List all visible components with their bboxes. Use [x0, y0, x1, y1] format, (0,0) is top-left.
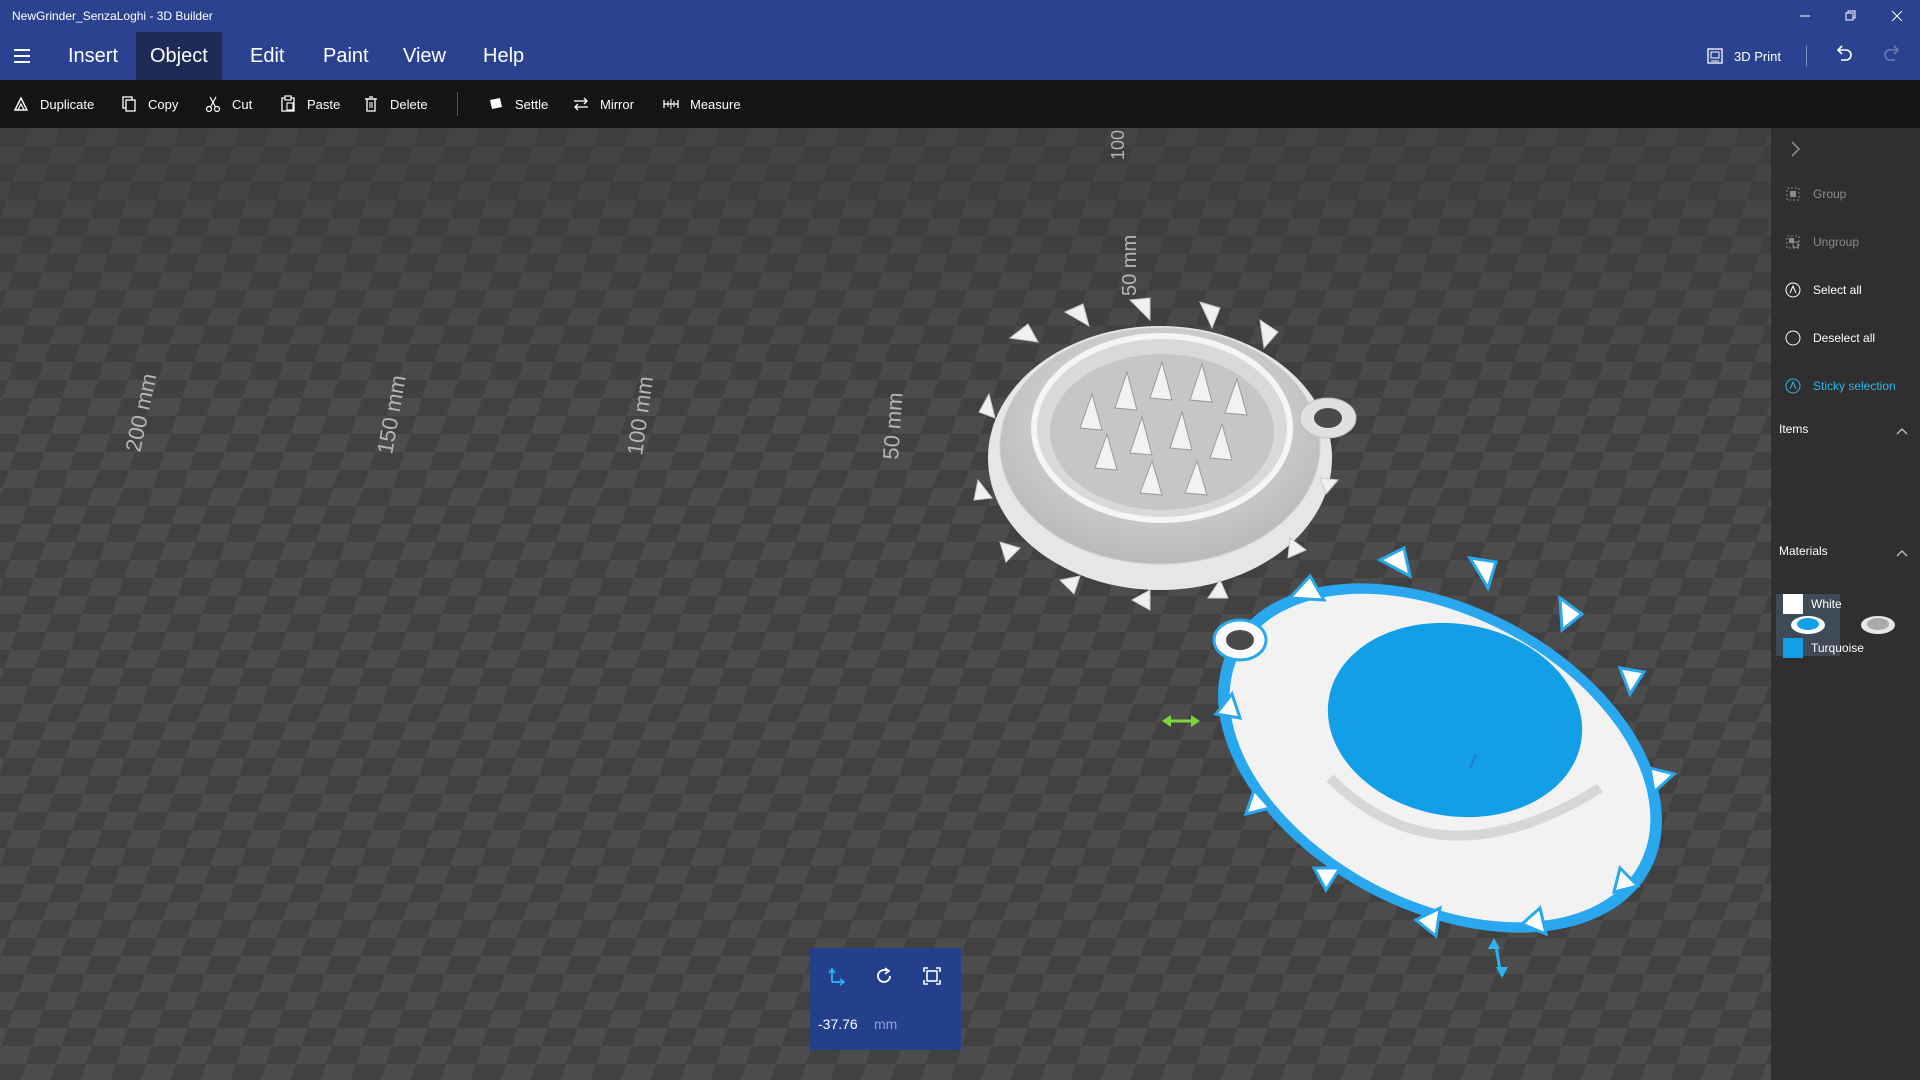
restore-button[interactable] [1828, 0, 1874, 32]
close-icon [1891, 10, 1903, 22]
redo-button[interactable] [1882, 44, 1902, 70]
paste-icon [281, 95, 295, 112]
copy-label: Copy [148, 96, 179, 112]
undo-button[interactable] [1834, 44, 1854, 70]
white-swatch [1783, 594, 1803, 614]
duplicate-icon [13, 96, 29, 111]
settle-label: Settle [515, 96, 549, 112]
panel-collapse-toggle[interactable] [1789, 140, 1801, 163]
turquoise-swatch [1783, 638, 1803, 658]
ungroup-button[interactable]: Ungroup [1785, 234, 1859, 250]
menu-bar: Insert Object Edit Paint View Help 3D Pr… [0, 32, 1920, 80]
items-section-title: Items [1779, 422, 1809, 436]
sticky-selection-icon [1785, 378, 1801, 394]
select-all-label: Select all [1813, 283, 1862, 297]
mirror-button[interactable]: Mirror [572, 80, 634, 128]
ungroup-icon [1785, 234, 1801, 250]
transform-panel: -37.76 mm [810, 948, 961, 1050]
measure-label: Measure [690, 96, 741, 112]
menu-help[interactable]: Help [469, 32, 538, 80]
menu-view[interactable]: View [389, 32, 460, 80]
group-label: Group [1813, 187, 1847, 201]
items-collapse-toggle[interactable] [1896, 424, 1908, 438]
3d-viewport[interactable]: 200 mm 150 mm 100 mm 50 mm 100 mm 50 mm [0, 128, 1771, 1080]
close-button[interactable] [1874, 0, 1920, 32]
redo-icon [1884, 45, 1900, 61]
paste-button[interactable]: Paste [279, 80, 340, 128]
mirror-icon [574, 97, 588, 111]
copy-icon [122, 96, 136, 112]
delete-button[interactable]: Delete [362, 80, 428, 128]
group-icon [1785, 186, 1801, 202]
settle-button[interactable]: Settle [487, 80, 548, 128]
delete-label: Delete [390, 96, 428, 112]
title-bar: NewGrinder_SenzaLoghi - 3D Builder [0, 0, 1920, 32]
rotate-icon [877, 967, 891, 983]
select-all-button[interactable]: Select all [1785, 282, 1862, 298]
transform-value[interactable]: -37.76 [818, 1016, 858, 1032]
minimize-button[interactable] [1782, 0, 1828, 32]
move-mode-button[interactable] [824, 964, 848, 988]
menu-paint[interactable]: Paint [309, 32, 383, 80]
transform-unit: mm [874, 1016, 898, 1032]
3d-print-button[interactable]: 3D Print [1706, 32, 1781, 80]
material-white[interactable]: White [1783, 594, 1842, 614]
object-toolbar: Duplicate Copy Cut Paste Delete Settle M… [0, 80, 1920, 128]
select-all-icon [1785, 282, 1801, 298]
deselect-all-icon [1785, 330, 1801, 346]
paste-label: Paste [307, 96, 341, 112]
chevron-right-icon [1791, 141, 1801, 157]
materials-section-title: Materials [1779, 544, 1828, 558]
duplicate-label: Duplicate [40, 96, 95, 112]
measure-icon [663, 99, 679, 109]
sticky-selection-label: Sticky selection [1813, 379, 1896, 393]
undo-icon [1836, 45, 1852, 61]
menu-object[interactable]: Object [136, 32, 222, 80]
cut-button[interactable]: Cut [204, 80, 252, 128]
ungroup-label: Ungroup [1813, 235, 1860, 249]
copy-button[interactable]: Copy [120, 80, 178, 128]
menu-insert[interactable]: Insert [54, 32, 132, 80]
rotate-mode-button[interactable] [872, 964, 896, 988]
cut-label: Cut [232, 96, 253, 112]
window-title: NewGrinder_SenzaLoghi - 3D Builder [12, 9, 213, 23]
ruler-label-100mm-y: 100 mm [1108, 128, 1128, 160]
restore-icon [1845, 10, 1856, 21]
material-white-label: White [1811, 597, 1842, 611]
toolbar-divider [457, 92, 458, 116]
grinder-thumbnail-icon [1861, 616, 1895, 634]
menu-edit[interactable]: Edit [236, 32, 298, 80]
chevron-up-icon [1896, 550, 1908, 557]
grid-floor: 200 mm 150 mm 100 mm 50 mm 100 mm 50 mm [0, 128, 1771, 1080]
measure-button[interactable]: Measure [662, 80, 741, 128]
deselect-all-button[interactable]: Deselect all [1785, 330, 1875, 346]
mirror-label: Mirror [600, 96, 634, 112]
hamburger-menu-icon[interactable] [10, 44, 34, 68]
printer-icon [1707, 48, 1723, 64]
ruler-label-50mm-x: 50 mm [878, 392, 908, 461]
scale-mode-button[interactable] [920, 964, 944, 988]
materials-collapse-toggle[interactable] [1896, 546, 1908, 560]
lid-thumbnail-icon [1791, 616, 1825, 634]
3d-print-label: 3D Print [1734, 48, 1781, 64]
sticky-selection-toggle[interactable]: Sticky selection [1785, 378, 1896, 394]
material-turquoise[interactable]: Turquoise [1783, 638, 1864, 658]
scissors-icon [205, 96, 221, 113]
minimize-icon [1800, 15, 1810, 17]
deselect-all-label: Deselect all [1813, 331, 1876, 345]
scale-icon [923, 967, 941, 985]
duplicate-button[interactable]: Duplicate [12, 80, 94, 128]
group-button[interactable]: Group [1785, 186, 1846, 202]
chevron-up-icon [1896, 428, 1908, 435]
trash-icon [365, 96, 377, 112]
right-panel: Group Ungroup Select all Deselect all St… [1771, 128, 1920, 1080]
material-turquoise-label: Turquoise [1811, 641, 1864, 655]
settle-icon [490, 98, 502, 109]
ruler-label-50mm-y: 50 mm [1119, 235, 1141, 296]
header-divider [1806, 46, 1807, 66]
move-axis-icon [828, 967, 846, 986]
